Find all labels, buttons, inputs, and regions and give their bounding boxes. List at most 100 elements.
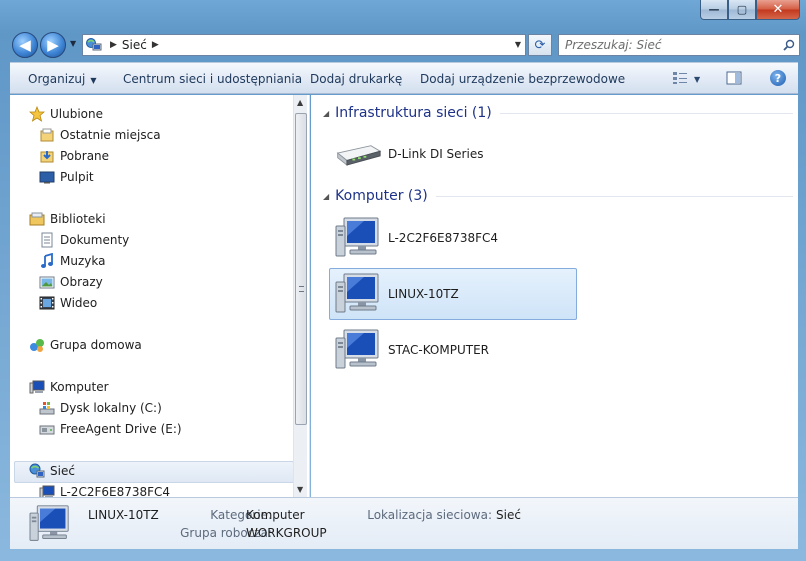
computer-icon xyxy=(334,272,382,316)
chevron-down-icon[interactable]: ▼ xyxy=(694,75,700,84)
nav-network[interactable]: Sieć xyxy=(28,461,75,481)
nav-label: Dokumenty xyxy=(60,233,130,247)
maximize-button[interactable]: ▢ xyxy=(728,0,756,20)
address-dropdown-icon[interactable]: ▼ xyxy=(515,40,521,49)
windows-drive-icon xyxy=(38,400,56,416)
minimize-button[interactable]: — xyxy=(700,0,728,20)
refresh-icon: ⟳ xyxy=(534,37,546,53)
nav-downloads[interactable]: Pobrane xyxy=(38,146,109,166)
tile-label: LINUX-10TZ xyxy=(388,287,459,301)
nav-documents[interactable]: Dokumenty xyxy=(38,230,129,250)
nav-label: Komputer xyxy=(50,380,109,394)
network-device-tile[interactable]: D-Link DI Series xyxy=(329,129,577,179)
preview-pane-button[interactable] xyxy=(726,71,742,88)
nav-scrollbar[interactable]: ▲ ▼ xyxy=(293,95,307,497)
explorer-window: — ▢ ✕ ◀ ▶ ▼ ▶ Sieć ▶ ▼ ⟳ Przeszukaj: Sie… xyxy=(0,0,806,561)
nav-label: Obrazy xyxy=(60,275,103,289)
router-icon xyxy=(334,139,382,169)
refresh-button[interactable]: ⟳ xyxy=(528,34,552,56)
search-input[interactable]: Przeszukaj: Sieć xyxy=(565,38,779,52)
computer-icon xyxy=(334,216,382,260)
homegroup-icon xyxy=(28,337,46,353)
arrow-left-icon: ◀ xyxy=(19,36,31,54)
content-pane: ◢ Infrastruktura sieci (1) D-Link DI Ser… xyxy=(311,95,798,497)
computer-icon xyxy=(28,379,46,395)
add-printer-button[interactable]: Dodaj drukarkę xyxy=(310,72,402,86)
search-icon[interactable] xyxy=(779,39,799,51)
address-bar[interactable]: ▶ Sieć ▶ ▼ xyxy=(82,34,526,56)
preview-pane-icon xyxy=(726,71,742,88)
details-workgroup-value: WORKGROUP xyxy=(246,526,327,540)
network-icon xyxy=(83,38,105,52)
details-location-label: Lokalizacja sieciowa: xyxy=(367,508,492,522)
group-header-infrastructure[interactable]: ◢ Infrastruktura sieci (1) xyxy=(323,105,793,121)
documents-icon xyxy=(38,232,56,248)
nav-music[interactable]: Muzyka xyxy=(38,251,105,271)
nav-local-disk[interactable]: Dysk lokalny (C:) xyxy=(38,398,162,418)
nav-favorites[interactable]: Ulubione xyxy=(28,104,103,124)
details-category-value: Komputer xyxy=(246,508,305,522)
help-icon[interactable]: ? xyxy=(770,70,786,86)
computer-tile[interactable]: STAC-KOMPUTER xyxy=(329,325,577,375)
organize-button[interactable]: Organizuj ▼ xyxy=(28,72,96,86)
star-icon xyxy=(28,106,46,122)
group-title: Komputer (3) xyxy=(335,188,428,204)
computer-icon xyxy=(334,328,382,372)
nav-pictures[interactable]: Obrazy xyxy=(38,272,103,292)
tile-label: L-2C2F6E8738FC4 xyxy=(388,231,499,245)
view-list-icon xyxy=(672,71,688,88)
nav-recent-places[interactable]: Ostatnie miejsca xyxy=(38,125,161,145)
change-view-button[interactable]: ▼ xyxy=(672,71,700,88)
nav-label: Pobrane xyxy=(60,149,110,163)
forward-button[interactable]: ▶ xyxy=(40,32,66,58)
nav-label: Pulpit xyxy=(60,170,94,184)
caption-buttons: — ▢ ✕ xyxy=(700,0,800,20)
network-center-button[interactable]: Centrum sieci i udostępniania xyxy=(123,72,302,86)
tile-label: D-Link DI Series xyxy=(388,147,484,161)
nav-network-computer[interactable]: L-2C2F6E8738FC4 xyxy=(38,482,170,497)
computer-tile[interactable]: L-2C2F6E8738FC4 xyxy=(329,213,577,263)
nav-label: Wideo xyxy=(60,296,98,310)
computer-icon xyxy=(38,484,56,497)
computer-tile-selected[interactable]: LINUX-10TZ xyxy=(329,268,577,320)
group-divider xyxy=(499,112,793,114)
nav-homegroup[interactable]: Grupa domowa xyxy=(28,335,142,355)
nav-computer[interactable]: Komputer xyxy=(28,377,109,397)
details-pane: LINUX-10TZ Kategorie: Komputer Grupa rob… xyxy=(10,497,798,549)
nav-libraries[interactable]: Biblioteki xyxy=(28,209,106,229)
breadcrumb-separator-icon[interactable]: ▶ xyxy=(110,40,117,50)
group-header-computers[interactable]: ◢ Komputer (3) xyxy=(323,188,793,204)
scrollbar-thumb[interactable] xyxy=(295,113,307,425)
network-icon xyxy=(28,463,46,479)
nav-freeagent-drive[interactable]: FreeAgent Drive (E:) xyxy=(38,419,182,439)
collapse-triangle-icon[interactable]: ◢ xyxy=(323,109,329,118)
chevron-down-icon: ▼ xyxy=(90,76,97,85)
scroll-up-icon[interactable]: ▲ xyxy=(297,98,303,107)
recent-places-icon xyxy=(38,127,56,143)
search-box[interactable]: Przeszukaj: Sieć xyxy=(558,34,800,56)
tile-label: STAC-KOMPUTER xyxy=(388,343,490,357)
downloads-folder-icon xyxy=(38,148,56,164)
computer-icon xyxy=(28,504,72,544)
breadcrumb-separator-icon[interactable]: ▶ xyxy=(152,40,159,50)
navigation-row: ◀ ▶ ▼ ▶ Sieć ▶ ▼ ⟳ Przeszukaj: Sieć xyxy=(10,30,800,60)
nav-label: Grupa domowa xyxy=(50,338,142,352)
nav-desktop[interactable]: Pulpit xyxy=(38,167,94,187)
breadcrumb-network[interactable]: Sieć xyxy=(122,38,147,52)
recent-pages-dropdown[interactable]: ▼ xyxy=(70,39,76,48)
nav-videos[interactable]: Wideo xyxy=(38,293,97,313)
nav-label: Biblioteki xyxy=(50,212,106,226)
organize-label: Organizuj xyxy=(28,72,86,86)
desktop-icon xyxy=(38,169,56,185)
add-wireless-device-button[interactable]: Dodaj urządzenie bezprzewodowe xyxy=(420,72,625,86)
nav-label: FreeAgent Drive (E:) xyxy=(60,422,182,436)
nav-label: L-2C2F6E8738FC4 xyxy=(60,485,171,497)
close-button[interactable]: ✕ xyxy=(756,0,800,20)
nav-label: Sieć xyxy=(50,464,75,478)
back-button[interactable]: ◀ xyxy=(12,32,38,58)
details-name: LINUX-10TZ xyxy=(88,508,159,522)
group-title: Infrastruktura sieci (1) xyxy=(335,105,492,121)
nav-label: Muzyka xyxy=(60,254,106,268)
collapse-triangle-icon[interactable]: ◢ xyxy=(323,192,329,201)
scroll-down-icon[interactable]: ▼ xyxy=(297,485,303,494)
